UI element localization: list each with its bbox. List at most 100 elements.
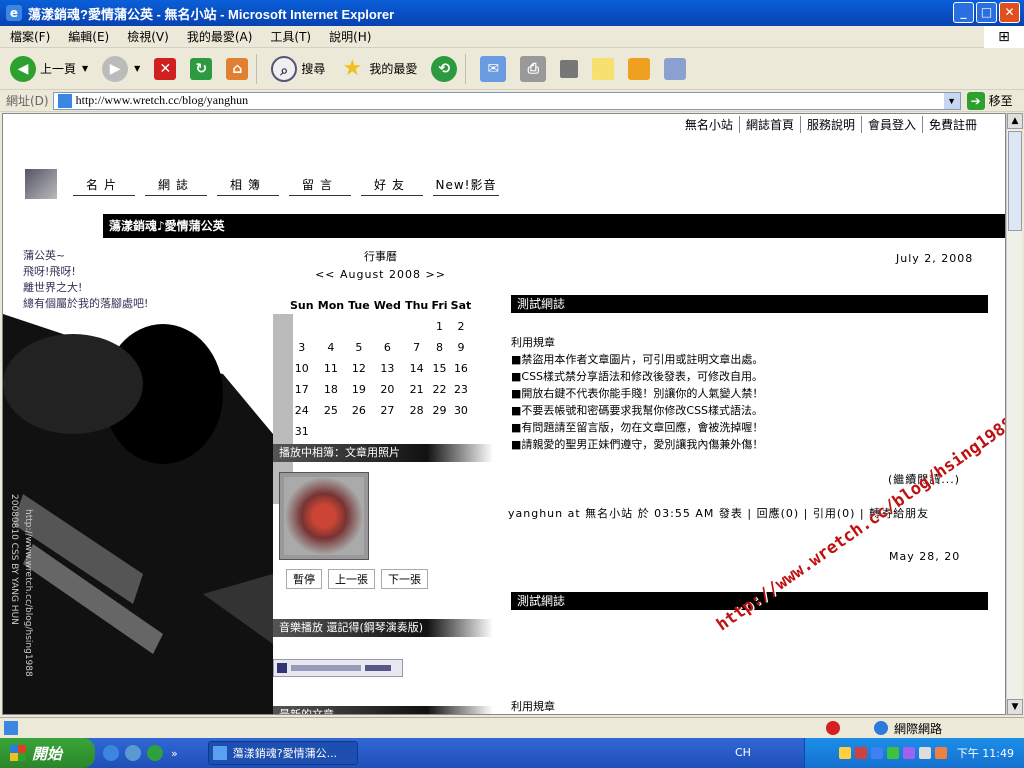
- tab-blog[interactable]: 網誌: [145, 176, 207, 196]
- post-title[interactable]: 測試網誌: [511, 295, 988, 313]
- menu-help[interactable]: 說明(H): [329, 28, 371, 45]
- popup-blocked-icon[interactable]: [826, 721, 840, 735]
- avatar[interactable]: [25, 169, 57, 199]
- tab-friends[interactable]: 好友: [361, 176, 423, 196]
- stop-button[interactable]: ✕: [150, 51, 180, 87]
- tab-video[interactable]: New!影音: [433, 176, 499, 196]
- nav-register[interactable]: 免費註冊: [921, 116, 983, 133]
- messenger-button[interactable]: [624, 51, 654, 87]
- calendar-day[interactable]: 8: [430, 337, 449, 358]
- tray-icon[interactable]: [886, 747, 899, 759]
- calendar-day[interactable]: 13: [372, 358, 404, 379]
- forward-dropdown-icon[interactable]: ▼: [134, 64, 140, 73]
- search-button[interactable]: ⌕ 搜尋: [267, 51, 329, 87]
- minimize-button[interactable]: _: [953, 2, 974, 23]
- forward-button[interactable]: ▶ ▼: [98, 51, 144, 87]
- taskbar-window-button[interactable]: 蕩漾銷魂?愛情蒲公...: [207, 741, 358, 765]
- prev-photo-button[interactable]: 上一張: [328, 569, 375, 589]
- calendar-day[interactable]: 26: [346, 400, 371, 421]
- research-button[interactable]: [660, 51, 690, 87]
- nav-wretch[interactable]: 無名小站: [679, 116, 739, 133]
- menu-file[interactable]: 檔案(F): [10, 28, 50, 45]
- menu-tools[interactable]: 工具(T): [270, 28, 311, 45]
- calendar-day[interactable]: 14: [403, 358, 430, 379]
- scroll-thumb[interactable]: [1008, 131, 1022, 231]
- back-button[interactable]: ◀ 上一頁 ▼: [6, 51, 92, 87]
- calendar-day[interactable]: 10: [288, 358, 316, 379]
- calendar-day[interactable]: 25: [316, 400, 347, 421]
- nav-login[interactable]: 會員登入: [860, 116, 922, 133]
- calendar-day[interactable]: 27: [372, 400, 404, 421]
- calendar-day[interactable]: 4: [316, 337, 347, 358]
- calendar-day[interactable]: 1: [430, 316, 449, 337]
- tab-profile[interactable]: 名片: [73, 176, 135, 196]
- calendar-day[interactable]: 28: [403, 400, 430, 421]
- calendar-day[interactable]: 15: [430, 358, 449, 379]
- maximize-button[interactable]: □: [976, 2, 997, 23]
- calendar-day[interactable]: 16: [449, 358, 473, 379]
- calendar-day[interactable]: 9: [449, 337, 473, 358]
- address-dropdown-icon[interactable]: ▼: [943, 92, 960, 109]
- language-indicator[interactable]: CH: [735, 746, 751, 759]
- calendar-day[interactable]: 23: [449, 379, 473, 400]
- tray-icon[interactable]: [902, 747, 915, 759]
- ie-quicklaunch-icon[interactable]: [103, 745, 119, 761]
- tray-icon[interactable]: [854, 747, 867, 759]
- start-button[interactable]: 開始: [0, 738, 95, 768]
- calendar-day[interactable]: 21: [403, 379, 430, 400]
- messenger-quicklaunch-icon[interactable]: [147, 745, 163, 761]
- tab-album[interactable]: 相簿: [217, 176, 279, 196]
- calendar-day[interactable]: 31: [288, 421, 316, 442]
- calendar-day[interactable]: 29: [430, 400, 449, 421]
- discuss-button[interactable]: [588, 51, 618, 87]
- calendar-day[interactable]: 18: [316, 379, 347, 400]
- play-icon[interactable]: [277, 663, 287, 673]
- calendar-day[interactable]: 3: [288, 337, 316, 358]
- quick-launch-chevron-icon[interactable]: »: [171, 747, 178, 760]
- calendar-day[interactable]: 7: [403, 337, 430, 358]
- go-button[interactable]: ➔ 移至: [966, 91, 1013, 110]
- address-url[interactable]: http://www.wretch.cc/blog/yanghun: [76, 93, 944, 108]
- media-quicklaunch-icon[interactable]: [125, 745, 141, 761]
- calendar-day[interactable]: 19: [346, 379, 371, 400]
- scroll-down-icon[interactable]: ▼: [1007, 699, 1023, 715]
- calendar-day[interactable]: 12: [346, 358, 371, 379]
- calendar-day[interactable]: 24: [288, 400, 316, 421]
- clock[interactable]: 下午 11:49: [957, 745, 1014, 761]
- nav-blog-home[interactable]: 網誌首頁: [738, 116, 800, 133]
- edit-button[interactable]: [556, 51, 582, 87]
- menu-favorites[interactable]: 我的最愛(A): [187, 28, 253, 45]
- scroll-up-icon[interactable]: ▲: [1007, 113, 1023, 129]
- refresh-button[interactable]: ↻: [186, 51, 216, 87]
- seek-bar[interactable]: [291, 665, 361, 671]
- home-button[interactable]: ⌂: [222, 51, 252, 87]
- nav-service[interactable]: 服務說明: [799, 116, 861, 133]
- calendar-day[interactable]: 6: [372, 337, 404, 358]
- close-button[interactable]: ✕: [999, 2, 1020, 23]
- favorites-button[interactable]: ★ 我的最愛: [335, 51, 421, 87]
- tray-icon[interactable]: [934, 747, 947, 759]
- history-button[interactable]: ⟲: [427, 51, 461, 87]
- calendar-day[interactable]: 20: [372, 379, 404, 400]
- next-photo-button[interactable]: 下一張: [381, 569, 428, 589]
- tray-icon[interactable]: [838, 747, 851, 759]
- menu-edit[interactable]: 編輯(E): [68, 28, 109, 45]
- music-player[interactable]: [273, 659, 403, 677]
- tray-icon[interactable]: [918, 747, 931, 759]
- album-photo[interactable]: [279, 472, 369, 560]
- address-input[interactable]: http://www.wretch.cc/blog/yanghun ▼: [52, 91, 961, 110]
- menu-view[interactable]: 檢視(V): [127, 28, 169, 45]
- calendar-day[interactable]: 5: [346, 337, 371, 358]
- calendar-day[interactable]: 22: [430, 379, 449, 400]
- tab-guestbook[interactable]: 留言: [289, 176, 351, 196]
- calendar-day[interactable]: 30: [449, 400, 473, 421]
- pause-button[interactable]: 暫停: [286, 569, 322, 589]
- mail-button[interactable]: ✉: [476, 51, 510, 87]
- calendar-day[interactable]: 2: [449, 316, 473, 337]
- print-button[interactable]: ⎙: [516, 51, 550, 87]
- tray-icon[interactable]: [870, 747, 883, 759]
- back-dropdown-icon[interactable]: ▼: [82, 64, 88, 73]
- vertical-scrollbar[interactable]: ▲ ▼: [1006, 113, 1023, 715]
- calendar-day[interactable]: 11: [316, 358, 347, 379]
- calendar-nav[interactable]: << August 2008 >>: [288, 268, 473, 281]
